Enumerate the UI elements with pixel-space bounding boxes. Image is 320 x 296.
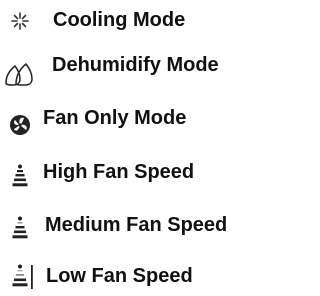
legend-item-dehumidify: Dehumidify Mode: [0, 52, 313, 92]
legend-label-cooling: Cooling Mode: [53, 9, 186, 31]
legend-label-high-fan-speed: High Fan Speed: [43, 161, 195, 183]
legend-label-fan-only: Fan Only Mode: [43, 107, 187, 129]
legend-label-dehumidify: Dehumidify Mode: [52, 54, 219, 76]
fan-speed-medium-icon: [0, 208, 40, 248]
fan-speed-low-icon: [0, 256, 40, 296]
legend-item-medium-fan-speed: Medium Fan Speed: [0, 208, 313, 248]
legend-item-fan-only: Fan Only Mode: [0, 104, 313, 144]
legend-item-low-fan-speed: Low Fan Speed: [0, 256, 313, 296]
mode-legend: Cooling Mode Dehumidify Mode Fan Only Mo…: [0, 0, 313, 296]
fan-speed-high-icon: [0, 156, 40, 196]
snowflake-icon: [0, 0, 40, 40]
droplets-icon: [0, 52, 40, 92]
legend-label-medium-fan-speed: Medium Fan Speed: [45, 214, 228, 236]
fan-icon: [0, 104, 40, 144]
legend-item-cooling: Cooling Mode: [0, 0, 313, 40]
legend-label-low-fan-speed: Low Fan Speed: [46, 265, 193, 287]
legend-item-high-fan-speed: High Fan Speed: [0, 156, 313, 196]
